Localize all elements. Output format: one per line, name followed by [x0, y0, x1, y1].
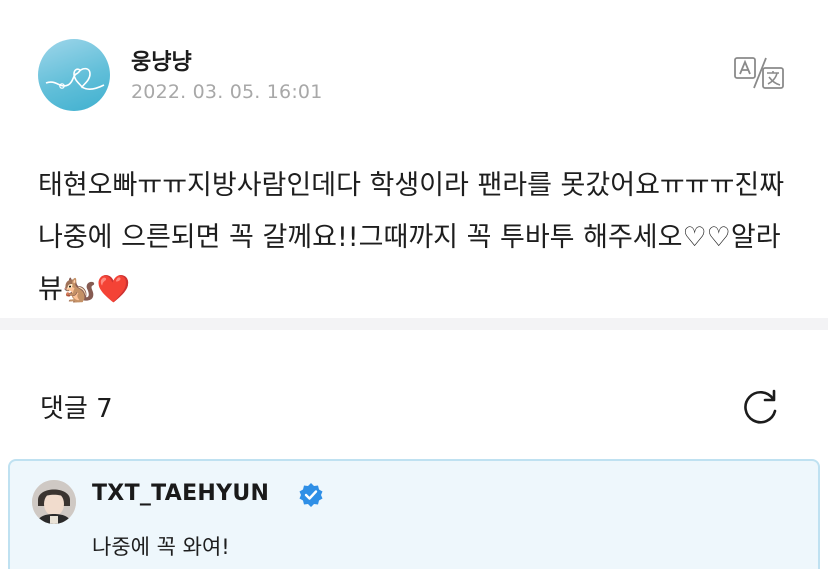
post-header: 웅냥냥 2022. 03. 05. 16:01 — [0, 0, 828, 130]
refresh-icon — [744, 389, 777, 424]
comment-avatar[interactable] — [32, 480, 76, 524]
translate-button[interactable] — [733, 55, 785, 91]
comment-item: TXT_TAEHYUN 나중에 꼭 와여! — [8, 459, 820, 569]
profile-photo-icon — [32, 480, 76, 524]
translate-icon — [734, 57, 784, 89]
section-divider — [0, 318, 828, 330]
comment-author[interactable]: TXT_TAEHYUN — [92, 481, 269, 506]
author-avatar[interactable] — [38, 39, 110, 111]
verified-badge-icon — [298, 482, 324, 508]
post-body: 태현오빠ㅠㅠ지방사람인데다 학생이라 팬라를 못갔어요ㅠㅠㅠ진짜 나중에 으른되… — [38, 170, 785, 305]
post-date: 2022. 03. 05. 16:01 — [131, 81, 323, 103]
comments-count-header: 댓글 7 — [40, 394, 113, 424]
comment-text: 나중에 꼭 와여! — [92, 535, 230, 559]
avatar-heart-icon — [45, 67, 105, 90]
author-name[interactable]: 웅냥냥 — [131, 44, 192, 76]
refresh-button[interactable] — [739, 387, 781, 429]
